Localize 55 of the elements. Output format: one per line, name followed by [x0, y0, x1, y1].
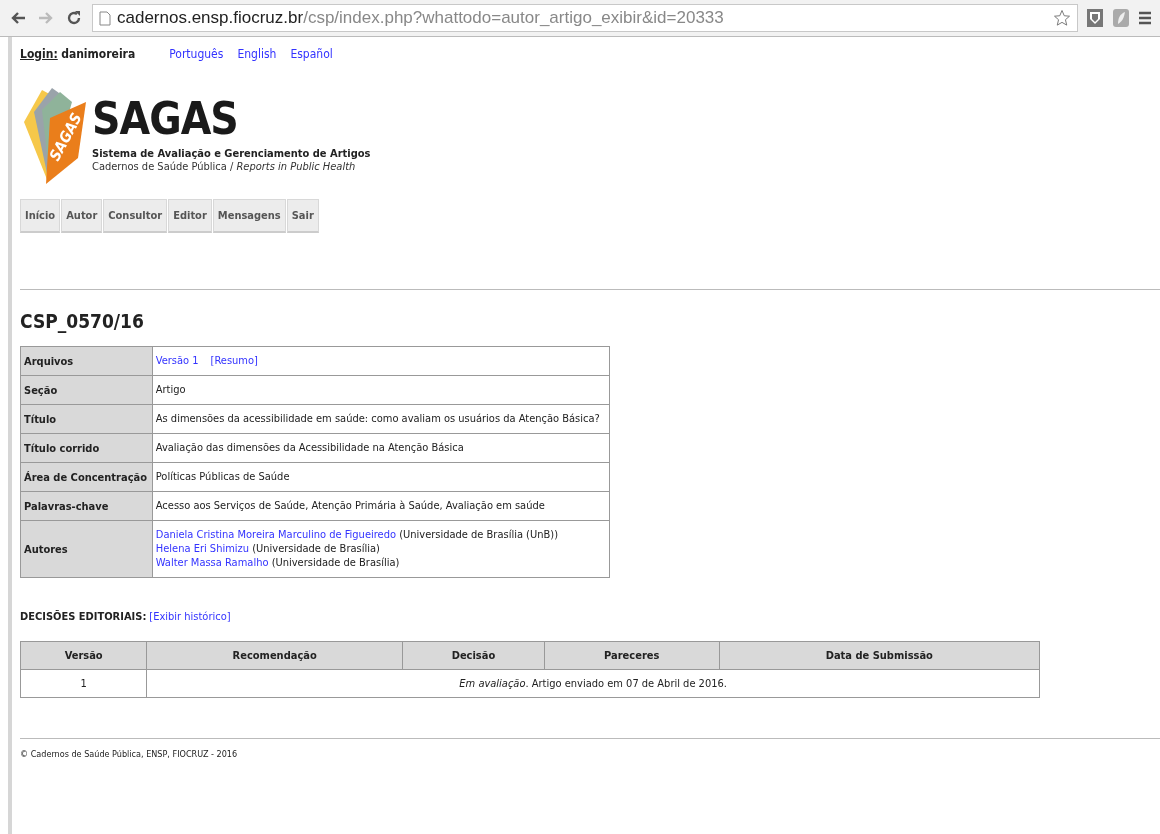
nav-tab[interactable]: Mensagens [212, 199, 286, 233]
language-link[interactable]: Português [169, 47, 224, 61]
field-value: Acesso aos Serviços de Saúde, Atenção Primária à Saúde, Avaliação em saúde [152, 491, 610, 521]
article-id: CSP_0570/16 [20, 310, 145, 332]
field-label: Seção [20, 375, 153, 405]
field-label: Área de Concentração [20, 462, 153, 492]
shield-extension-icon[interactable] [1086, 8, 1104, 28]
field-value: As dimensões da acessibilidade em saúde: como avaliam os usuários da Atenção Básica? [152, 404, 610, 434]
reload-icon [66, 10, 82, 26]
table-cell: 1 [20, 669, 147, 698]
username: danimoreira [61, 47, 136, 61]
field-label: Título [20, 404, 153, 434]
field-label: Título corrido [20, 433, 153, 463]
file-link[interactable]: Versão 1 [155, 354, 199, 368]
field-label: Autores [20, 520, 153, 578]
nav-tab[interactable]: Editor [168, 199, 212, 233]
history-link[interactable]: [Exibir histórico] [149, 610, 231, 623]
language-link[interactable]: Español [290, 47, 333, 61]
field-value: Políticas Públicas de Saúde [152, 462, 610, 492]
field-value: Artigo [152, 375, 610, 405]
file-link[interactable]: [Resumo] [210, 354, 258, 368]
column-header: Versão [20, 641, 147, 670]
author-link[interactable]: Walter Massa Ramalho [155, 556, 269, 569]
language-link[interactable]: English [237, 47, 277, 61]
url-path: /csp/index.php?whattodo=autor_artigo_exibir&id=20333 [303, 8, 724, 27]
field-label: Palavras-chave [20, 491, 153, 521]
nav-tab[interactable]: Sair [286, 199, 319, 233]
section-label: DECISÕES EDITORIAIS: [20, 610, 147, 623]
nav-tab[interactable]: Início [20, 199, 61, 233]
footer-text: © Cadernos de Saúde Pública, ENSP, FIOCRUZ - 2016 [20, 749, 239, 759]
column-header: Data de Submissão [719, 641, 1040, 670]
column-header: Pareceres [544, 641, 720, 670]
page-icon [99, 10, 111, 26]
author-affiliation: (Universidade de Brasília (UnB)) [399, 528, 558, 541]
journal-name: Cadernos de Saúde Pública / Reports in Public Health [92, 160, 357, 173]
table-cell: Em avaliação. Artigo enviado em 07 de Abril de 2016. [146, 669, 1040, 698]
app-name: SAGAS [92, 95, 239, 143]
author-link[interactable]: Helena Eri Shimizu [155, 542, 249, 555]
url-host: cadernos.ensp.fiocruz.br [117, 8, 304, 27]
nav-tab[interactable]: Autor [61, 199, 103, 233]
nav-tab[interactable]: Consultor [103, 199, 168, 233]
field-value: Avaliação das dimensões da Acessibilidade na Atenção Básica [152, 433, 610, 463]
login-label: Login: [20, 47, 58, 61]
back-arrow-icon [10, 11, 26, 25]
column-header: Decisão [402, 641, 545, 670]
forward-arrow-icon [38, 11, 54, 25]
author-affiliation: (Universidade de Brasília) [271, 556, 400, 569]
address-bar[interactable]: cadernos.ensp.fiocruz.br/csp/index.php?whattodo=autor_artigo_exibir&id=20333 [92, 4, 1078, 32]
author-affiliation: (Universidade de Brasília) [252, 542, 380, 555]
column-header: Recomendação [146, 641, 403, 670]
app-subtitle: Sistema de Avaliação e Gerenciamento de Artigos [92, 147, 371, 160]
star-icon[interactable] [1053, 9, 1071, 27]
author-link[interactable]: Daniela Cristina Moreira Marculino de Figueiredo [155, 528, 396, 541]
field-label: Arquivos [20, 346, 153, 376]
menu-icon[interactable] [1138, 11, 1152, 25]
